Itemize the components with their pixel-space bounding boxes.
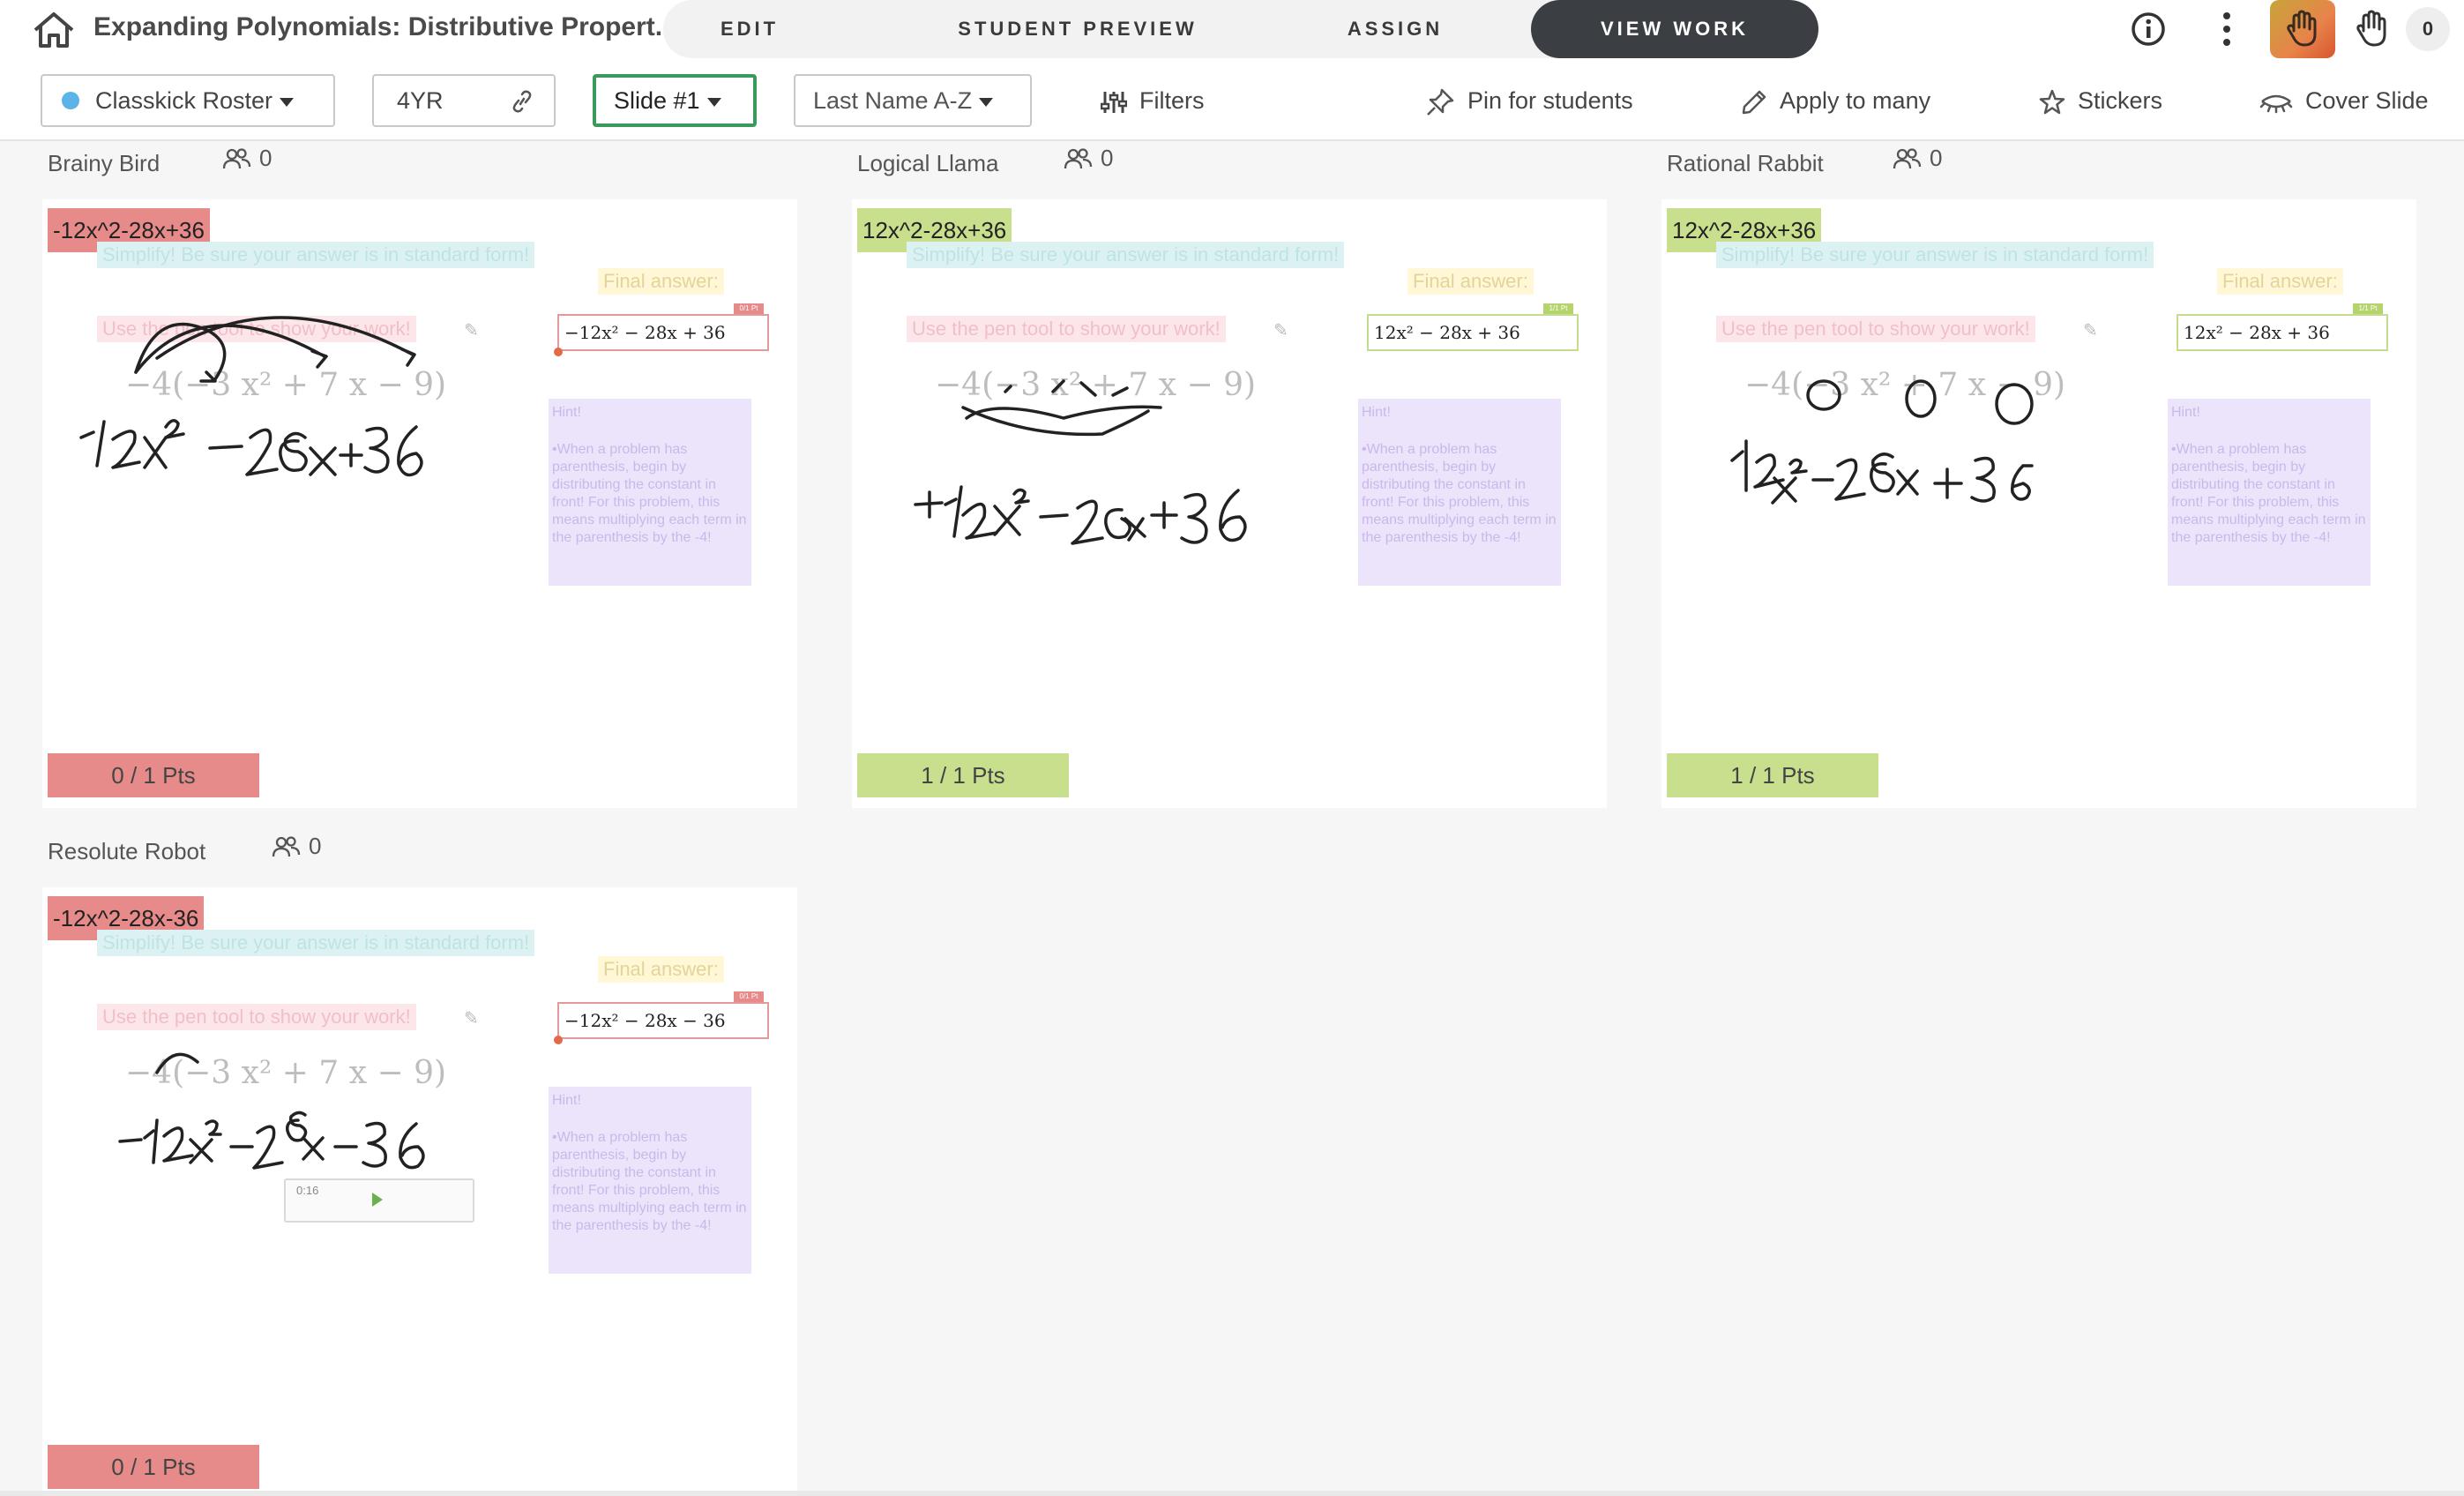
filters-label: Filters xyxy=(1139,87,1205,114)
score-badge[interactable]: 0 / 1 Pts xyxy=(48,753,259,797)
people-icon xyxy=(1893,148,1922,169)
top-bar: Expanding Polynomials: Distributive Prop… xyxy=(0,0,2464,58)
score-badge[interactable]: 1 / 1 Pts xyxy=(1667,753,1878,797)
student-name: Rational Rabbit xyxy=(1667,150,1824,176)
view-count-value: 0 xyxy=(259,145,273,171)
sort-select[interactable]: Last Name A-Z xyxy=(794,74,1032,127)
view-count-value: 0 xyxy=(309,833,322,859)
class-code: 4YR xyxy=(397,87,444,114)
pin-label: Pin for students xyxy=(1467,87,1633,114)
raised-hand-icon xyxy=(2287,10,2317,47)
chevron-down-icon xyxy=(280,97,295,107)
lesson-title: Expanding Polynomials: Distributive Prop… xyxy=(93,12,677,41)
roster-color-dot xyxy=(62,91,79,109)
chevron-down-icon xyxy=(706,97,721,107)
score-badge[interactable]: 0 / 1 Pts xyxy=(48,1445,259,1489)
pin-for-students-button[interactable]: Pin for students xyxy=(1425,83,1633,118)
chevron-down-icon xyxy=(979,97,994,107)
teacher-avatar[interactable] xyxy=(2270,0,2335,58)
view-count: 0 xyxy=(1893,145,1942,172)
people-icon xyxy=(222,148,251,169)
handwriting-strokes xyxy=(79,316,423,477)
view-count-value: 0 xyxy=(1930,145,1943,171)
filters-button[interactable]: Filters xyxy=(1100,83,1205,118)
view-count-value: 0 xyxy=(1101,145,1114,171)
play-icon[interactable] xyxy=(372,1193,383,1207)
bottom-edge xyxy=(0,1491,2464,1496)
info-icon[interactable] xyxy=(2131,11,2166,47)
score-badge[interactable]: 1 / 1 Pts xyxy=(857,753,1069,797)
tab-student-preview[interactable]: STUDENT PREVIEW xyxy=(928,0,1228,58)
audio-duration: 0:16 xyxy=(296,1184,319,1197)
hand-icon[interactable] xyxy=(2355,10,2390,49)
cover-eye-icon xyxy=(2259,94,2293,114)
audio-player[interactable]: 0:16 xyxy=(284,1178,474,1223)
roster-select[interactable]: Classkick Roster xyxy=(41,74,335,127)
tab-assign[interactable]: ASSIGN xyxy=(1298,0,1492,58)
student-slide-card[interactable]: 12x^2-28x+36 Simplify! Be sure your answ… xyxy=(1661,199,2416,808)
slide-select[interactable]: Slide #1 xyxy=(593,74,757,127)
apply-label: Apply to many xyxy=(1780,87,1931,114)
more-vertical-icon[interactable] xyxy=(2217,10,2236,49)
sort-label: Last Name A-Z xyxy=(813,87,973,114)
student-name: Resolute Robot xyxy=(48,838,206,864)
handwriting-strokes xyxy=(118,1052,425,1170)
tab-edit[interactable]: EDIT xyxy=(679,0,820,58)
star-icon xyxy=(2039,89,2065,115)
stickers-label: Stickers xyxy=(2078,87,2163,114)
class-code-field[interactable]: 4YR xyxy=(372,74,556,127)
view-count: 0 xyxy=(272,833,321,860)
student-slide-card[interactable]: 12x^2-28x+36 Simplify! Be sure your answ… xyxy=(852,199,1607,808)
view-count: 0 xyxy=(1064,145,1113,172)
people-icon xyxy=(1064,148,1093,169)
slide-label: Slide #1 xyxy=(614,87,700,114)
handwriting-strokes xyxy=(1730,379,2034,505)
filter-sliders-icon xyxy=(1100,91,1128,113)
mode-tabs: EDIT STUDENT PREVIEW ASSIGN VIEW WORK xyxy=(663,0,1818,58)
view-count: 0 xyxy=(222,145,272,172)
stickers-button[interactable]: Stickers xyxy=(2039,83,2162,118)
student-slide-card[interactable]: -12x^2-28x+36 Simplify! Be sure your ans… xyxy=(42,199,797,808)
tab-view-work[interactable]: VIEW WORK xyxy=(1531,0,1818,58)
apply-to-many-button[interactable]: Apply to many xyxy=(1741,83,1930,118)
hand-count-badge: 0 xyxy=(2406,7,2450,51)
roster-label: Classkick Roster xyxy=(95,87,273,114)
handwriting-strokes xyxy=(914,379,1247,545)
student-name: Logical Llama xyxy=(857,150,999,176)
pin-icon xyxy=(1427,88,1454,116)
pencil-icon xyxy=(1742,90,1766,115)
home-icon[interactable] xyxy=(30,11,78,49)
toolbar: Classkick Roster 4YR Slide #1 Last Name … xyxy=(0,58,2464,141)
cover-label: Cover Slide xyxy=(2305,87,2429,114)
cover-slide-button[interactable]: Cover Slide xyxy=(2259,83,2429,118)
link-icon[interactable] xyxy=(510,90,534,113)
student-name: Brainy Bird xyxy=(48,150,161,176)
people-icon xyxy=(272,836,301,857)
